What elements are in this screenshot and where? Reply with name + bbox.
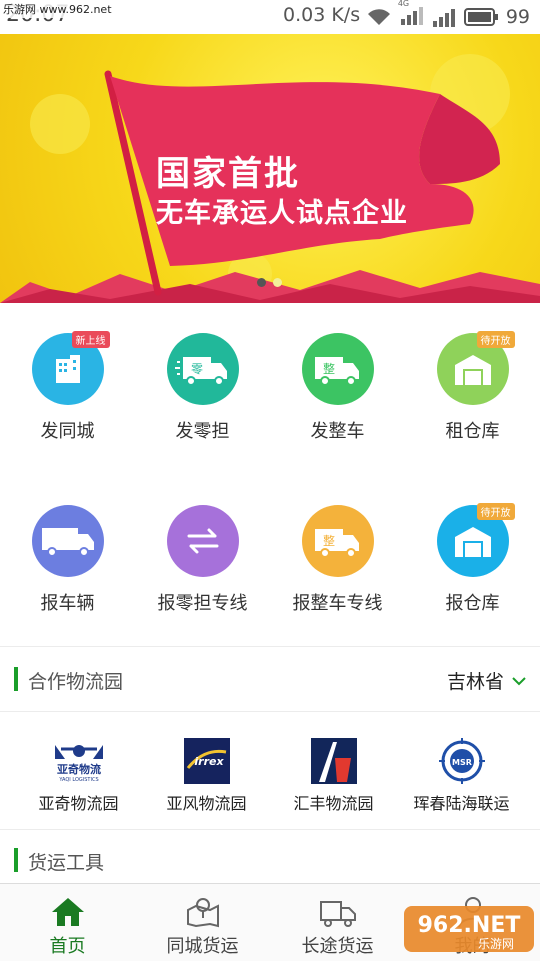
service-label: 报车辆 [40, 593, 95, 614]
banner-title: 国家首批 [156, 154, 300, 194]
service-label: 租仓库 [445, 421, 500, 442]
signal-icon [432, 9, 455, 27]
home-icon [51, 898, 84, 926]
network-speed: 0.03 K/s [283, 4, 361, 26]
map-pin-icon [186, 898, 219, 928]
section-title: 合作物流园 [28, 671, 124, 693]
service-fa-zhengche[interactable]: 整 发整车 [270, 333, 405, 443]
service-label: 报整车专线 [292, 593, 383, 614]
partner-hunchun[interactable]: MSR 珲春陆海联运 [394, 738, 529, 814]
warehouse-icon [454, 355, 491, 385]
truck-icon: 整 [314, 357, 359, 386]
banner-dot-2[interactable] [273, 278, 282, 287]
partner-logo: 亚奇物流 YAQI LOGISTICS [49, 738, 109, 784]
building-icon [55, 355, 80, 383]
promo-banner[interactable]: 国家首批 无车承运人试点企业 [0, 34, 540, 303]
tab-label: 首页 [49, 936, 86, 957]
partner-yafeng[interactable]: irrex 亚风物流园 [139, 738, 274, 814]
speed-truck-icon: 零 [174, 357, 227, 386]
battery-level: 99 [505, 6, 530, 28]
section-title: 货运工具 [28, 852, 105, 874]
tab-label: 长途货运 [301, 936, 374, 957]
partner-logo: MSR [432, 738, 492, 784]
service-circle [166, 505, 239, 577]
corner-watermark: 962.NET 乐游网 [404, 902, 534, 956]
service-label: 发同城 [40, 421, 95, 442]
section-accent-bar [14, 667, 18, 691]
service-bao-lingdan-zhuanxian[interactable]: 报零担专线 [135, 505, 270, 615]
service-label: 报仓库 [445, 593, 500, 614]
service-label: 发零担 [175, 421, 230, 442]
partner-label: 珲春陆海联运 [413, 794, 510, 813]
battery-icon [463, 8, 498, 26]
partner-huifeng[interactable]: 汇丰物流园 [266, 738, 401, 814]
svg-text:YAQI LOGISTICS: YAQI LOGISTICS [58, 777, 98, 783]
signal-4g-icon: 4G [398, 0, 424, 29]
partner-label: 亚风物流园 [166, 794, 247, 813]
banner-subtitle: 无车承运人试点企业 [156, 198, 408, 229]
tab-long-haul[interactable]: 长途货运 [270, 884, 405, 961]
svg-text:乐游网: 乐游网 [478, 937, 514, 951]
truck-char: 整 [322, 533, 334, 548]
partner-label: 汇丰物流园 [293, 794, 374, 813]
status-bar: 20:07 乐游网 www.962.net 0.03 K/s 4G 99 [0, 0, 540, 34]
banner-dot-1[interactable] [257, 278, 266, 287]
coming-soon-badge: 待开放 [476, 503, 515, 520]
site-watermark: 乐游网 www.962.net [0, 0, 115, 18]
service-label: 报零担专线 [157, 593, 248, 614]
svg-text:962.NET: 962.NET [418, 913, 521, 938]
vehicle-icon [41, 528, 94, 557]
section-accent-bar [14, 848, 18, 872]
partner-logo: irrex [177, 738, 237, 784]
status-icons: 4G 99 [366, 0, 530, 29]
exchange-arrows-icon [187, 528, 218, 554]
partner-label: 亚奇物流园 [38, 794, 119, 813]
svg-text:irrex: irrex [194, 755, 224, 768]
wifi-icon [367, 9, 390, 25]
province-label: 吉林省 [446, 671, 504, 693]
tools-section-header: 货运工具 [0, 829, 540, 884]
new-badge: 新上线 [71, 331, 110, 348]
chevron-down-icon [512, 676, 526, 685]
warehouse-icon [454, 527, 491, 557]
service-circle: 待开放 [436, 503, 515, 577]
service-circle: 待开放 [436, 331, 515, 405]
service-circle: 新上线 [31, 331, 110, 405]
truck-icon: 整 [314, 529, 359, 558]
service-circle: 零 [166, 333, 239, 405]
service-circle [31, 505, 104, 577]
province-selector[interactable]: 吉林省 [447, 667, 526, 694]
service-label: 发整车 [310, 421, 365, 442]
service-bao-zhengche-zhuanxian[interactable]: 整 报整车专线 [270, 505, 405, 615]
partners-section-header: 合作物流园 吉林省 [0, 646, 540, 711]
partner-logo [304, 738, 364, 784]
truck-char: 整 [322, 361, 334, 376]
service-zu-cangku[interactable]: 待开放 租仓库 [405, 331, 540, 443]
svg-text:MSR: MSR [452, 758, 472, 767]
partner-yaqi[interactable]: 亚奇物流 YAQI LOGISTICS 亚奇物流园 [11, 738, 146, 814]
tab-label: 同城货运 [166, 936, 239, 957]
svg-text:亚奇物流: 亚奇物流 [57, 762, 101, 776]
service-circle: 整 [301, 505, 374, 577]
tab-city-freight[interactable]: 同城货运 [135, 884, 270, 961]
truck-outline-icon [319, 901, 356, 927]
service-circle: 整 [301, 333, 374, 405]
service-bao-cheliang[interactable]: 报车辆 [0, 505, 135, 615]
coming-soon-badge: 待开放 [476, 331, 515, 348]
truck-char: 零 [190, 362, 202, 376]
service-fa-tongcheng[interactable]: 新上线 发同城 [0, 331, 135, 443]
service-fa-lingdan[interactable]: 零 发零担 [135, 333, 270, 443]
tab-home[interactable]: 首页 [0, 884, 135, 961]
service-bao-cangku[interactable]: 待开放 报仓库 [405, 503, 540, 615]
